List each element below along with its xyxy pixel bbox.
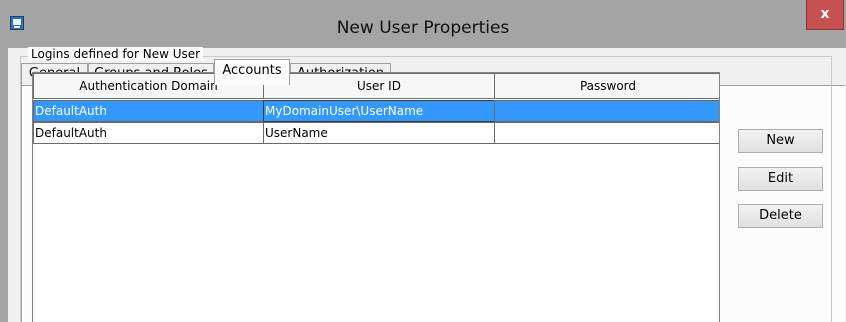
delete-button[interactable]: Delete — [738, 204, 823, 228]
cell-password[interactable] — [494, 122, 719, 144]
dialog-window: New User Properties x General Groups and… — [0, 0, 846, 322]
edit-button[interactable]: Edit — [738, 167, 823, 191]
table-row[interactable]: DefaultAuth UserName — [33, 122, 719, 144]
table-header: Authentication Domain User ID Password — [33, 73, 719, 99]
cell-authentication-domain[interactable]: DefaultAuth — [33, 122, 264, 144]
table-row[interactable]: DefaultAuth MyDomainUser\UserName — [33, 100, 719, 122]
tab-accounts[interactable]: Accounts — [214, 59, 290, 85]
cell-password[interactable] — [494, 100, 719, 122]
cell-authentication-domain[interactable]: DefaultAuth — [33, 100, 264, 122]
close-button[interactable]: x — [806, 0, 844, 30]
cell-user-id[interactable]: MyDomainUser\UserName — [263, 100, 495, 122]
column-header-user-id[interactable]: User ID — [263, 73, 495, 99]
title-bar[interactable]: New User Properties x — [0, 0, 846, 48]
window-title: New User Properties — [336, 18, 510, 38]
logins-table[interactable]: Authentication Domain User ID Password D… — [32, 72, 720, 322]
new-button[interactable]: New — [738, 129, 823, 153]
cell-user-id[interactable]: UserName — [263, 122, 495, 144]
logins-group-label: Logins defined for New User — [28, 47, 204, 61]
column-header-password[interactable]: Password — [494, 73, 719, 99]
